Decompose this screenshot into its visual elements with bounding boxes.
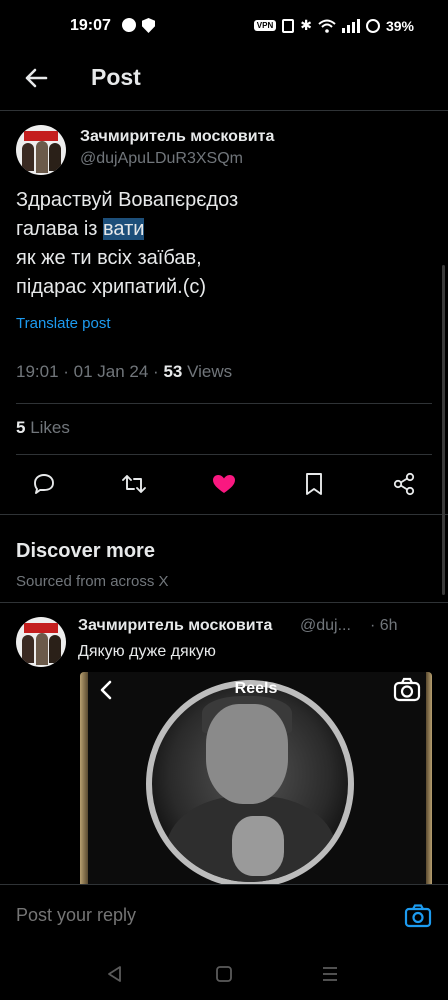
post-line: підарас хрипатий.(с): [16, 276, 207, 298]
bluetooth-icon: ✱: [300, 17, 312, 33]
arrow-left-icon[interactable]: [22, 64, 50, 92]
camera-icon[interactable]: [404, 903, 432, 929]
likes-label: Likes: [25, 418, 70, 437]
shield-icon: [142, 18, 155, 33]
status-time: 19:07: [70, 17, 111, 34]
post-line: галава із вати: [16, 218, 145, 240]
divider: [0, 514, 448, 515]
discover-subtitle: Sourced from across X: [16, 573, 169, 590]
repost-icon: [122, 475, 146, 493]
views-label: Views: [182, 362, 233, 381]
reply-button[interactable]: [28, 468, 60, 500]
like-icon: [213, 475, 235, 493]
battery-percent: 39%: [385, 17, 414, 34]
divider: [16, 454, 432, 455]
vibrate-icon: [282, 18, 295, 33]
scrollbar[interactable]: [442, 265, 445, 595]
system-nav-bar: [0, 948, 448, 1000]
discover-heading: Discover more: [16, 540, 155, 562]
post-actions: [0, 468, 448, 500]
reply-input[interactable]: [16, 905, 356, 926]
recommended-post-text: Дякую дуже дякую: [78, 643, 216, 660]
recommended-author-handle[interactable]: @duj...: [300, 617, 351, 635]
reply-bar: [0, 884, 448, 949]
app-header: Post: [0, 52, 448, 111]
translate-post-link[interactable]: Translate post: [16, 315, 111, 332]
likes-stat[interactable]: 5 Likes: [16, 418, 70, 438]
vpn-badge: VPN: [253, 20, 277, 31]
author-name[interactable]: Зачмиритель московита: [80, 128, 274, 146]
selected-text: вати: [103, 218, 145, 240]
share-icon: [393, 472, 415, 496]
avatar[interactable]: [16, 617, 66, 667]
page-title: Post: [91, 64, 141, 90]
bookmark-button[interactable]: [298, 468, 330, 500]
post-meta: 19:01 · 01 Jan 24 · 53 Views: [16, 362, 232, 382]
recommended-author-name[interactable]: Зачмиритель московита: [78, 617, 272, 635]
divider: [16, 403, 432, 404]
author-handle[interactable]: @dujApuLDuR3XSQm: [80, 150, 243, 168]
status-system-icons: VPN ✱ 39%: [253, 17, 414, 34]
messenger-icon: [122, 18, 136, 32]
status-bar: 19:07 VPN ✱ 39%: [0, 0, 448, 52]
back-nav-icon[interactable]: [103, 962, 127, 986]
post-timestamp: 19:01 · 01 Jan 24 ·: [16, 362, 164, 381]
post-line: Здраствуй Вовапєрєдоз: [16, 189, 239, 211]
bookmark-icon: [306, 473, 322, 495]
like-button[interactable]: [208, 468, 240, 500]
battery-icon: [365, 18, 380, 33]
views-count: 53: [163, 362, 183, 381]
profile-portrait: [146, 680, 354, 884]
signal-icon: [341, 18, 360, 33]
repost-button[interactable]: [118, 468, 150, 500]
post-text: Здраствуй Вовапєрєдоз галава із вати як …: [16, 186, 238, 302]
reply-icon: [34, 474, 54, 494]
recommended-post-time: · 6h: [370, 617, 398, 634]
divider: [0, 602, 448, 603]
recents-nav-icon[interactable]: [318, 962, 342, 986]
share-button[interactable]: [388, 468, 420, 500]
wifi-icon: [318, 19, 336, 33]
recommended-post-media[interactable]: Reels: [80, 672, 432, 884]
home-nav-icon[interactable]: [212, 962, 236, 986]
post-line: як же ти всіх заїбав,: [16, 247, 202, 269]
avatar[interactable]: [16, 125, 66, 175]
camera-icon[interactable]: [392, 676, 422, 704]
status-notification-icons: [122, 18, 155, 33]
reels-title: Reels: [234, 680, 278, 697]
